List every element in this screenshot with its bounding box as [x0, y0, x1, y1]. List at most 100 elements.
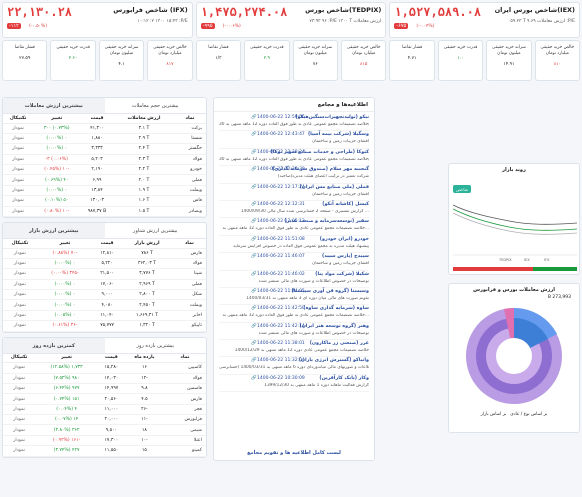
- news-headline[interactable]: غرر (صنعتی زر ماکارون): [310, 341, 369, 346]
- table-row[interactable]: نمودار (۱۲.۵۸%) ۱,۷۳۳ ۱۵,۲۸۰ ۱۶ کاسپین: [3, 362, 206, 374]
- symbol-cell[interactable]: فملی: [174, 174, 206, 186]
- link-icon[interactable]: 🔗: [251, 341, 257, 346]
- table-row[interactable]: نمودار (۰.۰۰%) ۰ ۱۷,۰۶۰ ۲,۹۶۹ T فملی: [3, 279, 206, 291]
- link-icon[interactable]: 🔗: [251, 185, 257, 190]
- symbol-cell[interactable]: فملی: [172, 279, 206, 291]
- symbol-cell[interactable]: کمینو: [164, 445, 206, 457]
- news-headline[interactable]: وسگیلا (شرکت بیمه آسیا): [308, 132, 369, 137]
- symbol-cell[interactable]: وبملت: [172, 299, 206, 311]
- chart-link[interactable]: نمودار: [3, 404, 36, 416]
- chart-link[interactable]: نمودار: [3, 248, 37, 259]
- news-item[interactable]: گنجینه مهر سلام (صندوق سرمایه گذاری) 🔗 140…: [219, 166, 369, 184]
- index-card-tedpix[interactable]: ۱,۴۷۵,۲۷۴.۰۸ شاخص بورس(TEDPIX) ۷۳:۹۳ ۹۶ …: [195, 2, 387, 38]
- news-item[interactable]: وهنر (گروه توسعه هنر ایران) 🔗 1400-06-22 1…: [219, 323, 369, 341]
- table-row[interactable]: نمودار (۰.۴۵%) ۱۰- ۲,۱۹۰ ۲.۲ T خودرو: [3, 164, 206, 176]
- symbol-cell[interactable]: شپنا: [172, 268, 206, 280]
- news-item[interactable]: کیسل (کاشانه آنکو) 🔗 1400-06-22 12:12:31 14…: [219, 201, 369, 219]
- link-icon[interactable]: 🔗: [251, 254, 257, 259]
- chart-link[interactable]: نمودار: [3, 373, 36, 384]
- link-icon[interactable]: 🔗: [251, 237, 257, 242]
- news-headline[interactable]: فملی (ملی صنایع مس ایران): [300, 185, 369, 190]
- column-header[interactable]: تکنیکال: [3, 239, 37, 249]
- chart-link[interactable]: نمودار: [3, 164, 34, 176]
- news-item[interactable]: وسگیلا (شرکت بیمه آسیا) 🔗 1400-06-22 12:43…: [219, 131, 369, 149]
- news-headline[interactable]: وانیاکو (گسترش انرژی یاران): [299, 358, 369, 363]
- chart-link[interactable]: نمودار: [3, 289, 37, 301]
- news-headline[interactable]: سپیدج (پارس سپید): [322, 254, 369, 259]
- symbol-cell[interactable]: وبصادر: [174, 206, 206, 218]
- table-row[interactable]: نمودار (۰.۰۰%) ۰ ۴,۰۸۰ ۲,۴۵۰ T وبملت: [3, 299, 206, 311]
- news-item[interactable]: ساوه (سرمایه گذاری ساوه) 🔗 1400-06-22 11:4…: [219, 305, 369, 323]
- symbol-cell[interactable]: فارس: [172, 248, 206, 259]
- symbol-cell[interactable]: فجر: [164, 404, 206, 416]
- symbol-cell[interactable]: خگستر: [174, 143, 206, 155]
- chart-link[interactable]: نمودار: [3, 195, 34, 207]
- symbol-cell[interactable]: تاپیکو: [172, 320, 206, 332]
- table-row[interactable]: نمودار (۳.۸۰%) ۳۶۲ ۹,۵۰۰ ۱۸ شیمی: [3, 424, 206, 436]
- legend-type[interactable]: بر اساس نوع / عادی: [510, 412, 547, 417]
- tab-market-cap[interactable]: بیشترین ارزش بازار: [3, 223, 105, 239]
- table-row[interactable]: نمودار (۰.۰۰%) ۳۴۵- ۲۱,۵۰۰ ۳,۷۷۶ T شپنا: [3, 268, 206, 280]
- link-icon[interactable]: 🔗: [251, 202, 257, 207]
- chart-link[interactable]: نمودار: [3, 154, 34, 166]
- chart-link[interactable]: نمودار: [3, 133, 34, 145]
- column-header[interactable]: قیمت: [97, 353, 125, 364]
- chart-link[interactable]: نمودار: [3, 185, 34, 197]
- tab-lowest-return[interactable]: کمترین بازده روز: [3, 337, 105, 353]
- symbol-cell[interactable]: اعتلا: [164, 435, 206, 447]
- table-row[interactable]: نمودار (۰.۰۰%) ۰ ۳,۳۳۳ ۲.۴ T خگستر: [3, 143, 206, 155]
- symbol-cell[interactable]: فاس: [174, 195, 206, 207]
- news-headline[interactable]: وکار (بانک کارآفرین): [319, 376, 369, 381]
- table-row[interactable]: نمودار (۳.۷۴%) ۴۲۷ ۱۱,۵۵۰ ۱۵ کمینو: [3, 445, 206, 457]
- symbol-cell[interactable]: کاسپین: [164, 362, 206, 374]
- table-row[interactable]: نمودار (۰.۸۸%) ۷۰- ۱۲,۸۱۰ ۷۸۶ T فارس: [3, 248, 206, 259]
- table-row[interactable]: نمودار (۰.۸۰%) ۱۰- ۹۸۷,۳۷ B ۱.۵ T وبصادر: [3, 206, 206, 218]
- column-header[interactable]: تغییر: [36, 239, 93, 249]
- symbol-cell[interactable]: شیمی: [164, 424, 206, 436]
- news-item[interactable]: وانیاکو (گسترش انرژی یاران) 🔗 1400-06-22 1…: [219, 357, 369, 375]
- chart-link[interactable]: نمودار: [3, 258, 37, 270]
- tab-highest-return[interactable]: بیشترین بازده روز: [105, 338, 207, 353]
- symbol-cell[interactable]: برکت: [174, 123, 206, 134]
- column-header[interactable]: قیمت: [92, 239, 122, 249]
- news-item[interactable]: خودرو (ایران خودرو) 🔗 1400-06-22 11:51:08 پ…: [219, 236, 369, 254]
- column-header[interactable]: ارزش معاملات: [113, 114, 175, 124]
- tab-top-value[interactable]: بیشترین ارزش معاملات: [3, 98, 105, 113]
- news-headline[interactable]: شکیلا (شرکت مواد پنا): [315, 272, 369, 277]
- index-card-ifx[interactable]: ۲۲,۱۳۰.۲۸ شاخص فرابورس (IFX) ۱۰:۱۲ :۲ ۱۳…: [2, 2, 193, 38]
- link-icon[interactable]: 🔗: [251, 376, 257, 381]
- chart-link[interactable]: نمودار: [3, 123, 34, 134]
- news-item[interactable]: وکار (بانک کارآفرین) 🔗 1400-06-22 10:30:09…: [219, 375, 369, 393]
- link-icon[interactable]: 🔗: [251, 306, 257, 311]
- symbol-cell[interactable]: فارس: [164, 393, 206, 405]
- news-headline[interactable]: کیسل (کاشانه آنکو): [322, 202, 369, 207]
- link-icon[interactable]: 🔗: [251, 324, 257, 329]
- table-row[interactable]: نمودار (۷.۵۲%) ۹۸۰ ۱۴,۰۳۰ ۱۲- فولاد: [3, 373, 206, 384]
- index-card-iex[interactable]: ۱,۵۲۷,۵۸۹.۰۸ شاخص بورس ایران(IEX) ۵۹.۲۳ …: [389, 2, 581, 38]
- column-header[interactable]: ارزش بازار: [121, 239, 173, 249]
- symbol-cell[interactable]: فرابورس: [164, 414, 206, 426]
- symbol-cell[interactable]: فولاد: [174, 154, 206, 166]
- column-header[interactable]: نماد: [164, 353, 206, 364]
- table-row[interactable]: نمودار (۰.۰۰%) ۰ ۹,۰۰۰ ۲,۸۰۰ T شکل: [3, 289, 206, 301]
- chart-link[interactable]: نمودار: [3, 310, 37, 322]
- news-item[interactable]: نیکو (تولیدتجهیزات‌سنگین‌هیکو) 🔗 1400-06-2…: [219, 114, 369, 132]
- news-item[interactable]: غرر (صنعتی زر ماکارون) 🔗 1400-06-22 11:38:…: [219, 340, 369, 358]
- chart-link[interactable]: نمودار: [3, 435, 36, 447]
- symbol-cell[interactable]: فولاد: [172, 258, 206, 270]
- news-more-link[interactable]: لیست کامل اطلاعیه ها و تقویم مجامع: [214, 450, 374, 456]
- link-icon[interactable]: 🔗: [251, 150, 257, 155]
- news-item[interactable]: شکیلا (شرکت مواد پنا) 🔗 1400-06-22 11:46:0…: [219, 271, 369, 288]
- link-icon[interactable]: 🔗: [251, 132, 257, 137]
- symbol-cell[interactable]: فولاد: [164, 373, 206, 384]
- news-headline[interactable]: ساوه (سرمایه گذاری ساوه): [303, 306, 369, 311]
- news-headline[interactable]: وهنر (گروه توسعه هنر ایران): [300, 324, 369, 329]
- symbol-cell[interactable]: شستا: [174, 133, 206, 145]
- column-header[interactable]: تغییر: [33, 114, 81, 124]
- link-icon[interactable]: 🔗: [251, 167, 257, 172]
- news-item[interactable]: سفیر (توسعه‌سرمایه و صنعت غدیر) 🔗 1400-06-…: [219, 218, 369, 236]
- chart-link[interactable]: نمودار: [3, 206, 34, 218]
- table-row[interactable]: نمودار (۰.۰۰%) ۰ ۵,۲۲۰ ۳۶۲,۰۳ T فولاد: [3, 258, 206, 270]
- chart-link[interactable]: نمودار: [3, 299, 37, 311]
- link-icon[interactable]: 🔗: [251, 289, 257, 294]
